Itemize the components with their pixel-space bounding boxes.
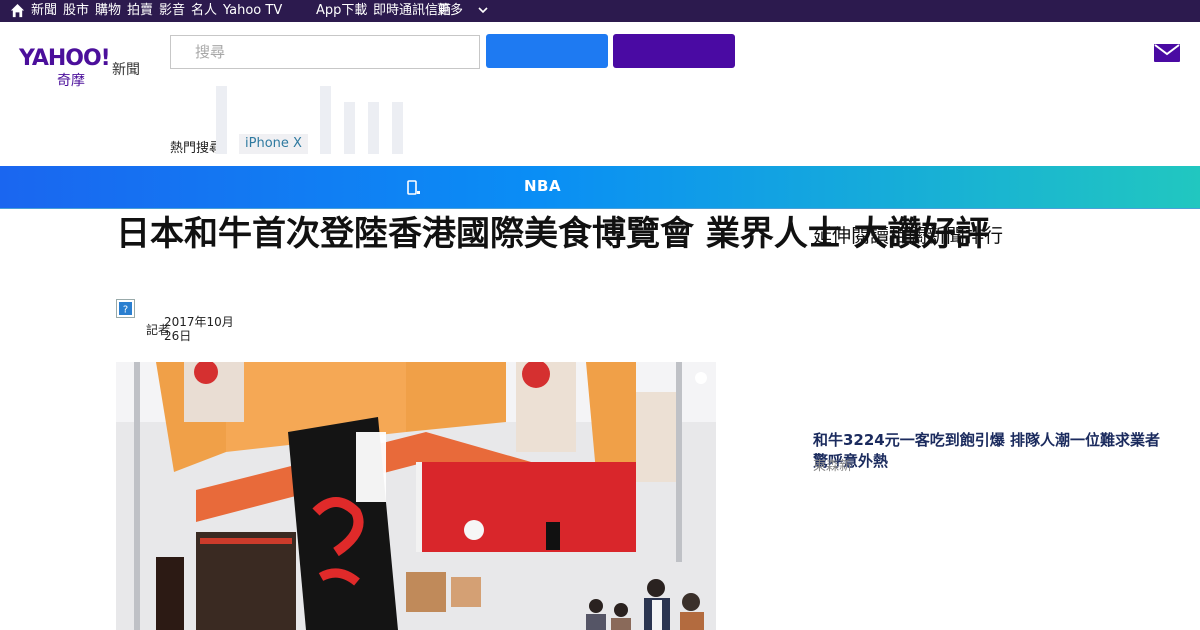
sidebar-article-link[interactable]: 和牛3224元一客吃到飽引爆 排隊人潮一位難求業者驚呼意外熱 — [813, 429, 1173, 471]
logo-wordmark: YAHOO! — [19, 46, 111, 71]
mail-icon[interactable] — [1153, 42, 1181, 64]
nav-item-auction[interactable]: 拍賣 — [127, 3, 153, 19]
sidebar-section-title: 延伸閱讀相關新聞排行 — [813, 225, 1004, 247]
article-photo[interactable] — [116, 362, 716, 630]
nav-item-news[interactable]: 新聞 — [31, 3, 57, 19]
category-band: NBA — [0, 166, 1200, 209]
placeholder-bar — [392, 102, 403, 154]
home-icon[interactable] — [10, 3, 25, 18]
article-date: 2017年10月26日 — [164, 315, 234, 343]
placeholder-bar — [368, 102, 379, 154]
nav-item-yahoo-tv[interactable]: Yahoo TV — [223, 3, 282, 19]
trending-chip-iphone-x[interactable]: iPhone X — [239, 134, 308, 154]
chevron-down-icon[interactable] — [478, 4, 488, 16]
placeholder-bar — [216, 86, 227, 154]
top-navigation-bar: 新聞 股市 購物 拍賣 影音 名人 Yahoo TV App下載 即時通訊信箱 … — [0, 0, 1200, 22]
search-web-button[interactable] — [486, 34, 608, 68]
band-link-nba[interactable]: NBA — [524, 177, 561, 195]
nav-item-more[interactable]: 更多 — [437, 3, 463, 19]
nav-item-celebrity[interactable]: 名人 — [191, 3, 217, 19]
placeholder-bar — [344, 102, 355, 154]
search-input[interactable] — [170, 35, 480, 69]
mobile-phone-icon[interactable] — [406, 180, 422, 196]
search-news-button[interactable] — [613, 34, 735, 68]
yahoo-logo[interactable]: YAHOO! 奇摩 新聞 — [19, 46, 149, 90]
nav-item-shopping[interactable]: 購物 — [95, 3, 121, 19]
sidebar-article-source: 東森新 — [813, 459, 853, 474]
nav-item-app[interactable]: App下載 — [316, 3, 367, 19]
expo-booth-illustration — [116, 362, 716, 630]
nav-item-stocks[interactable]: 股市 — [63, 3, 89, 19]
placeholder-bar — [320, 86, 331, 154]
article-headline: 日本和牛首次登陸香港國際美食博覽會 業界人士 大讚好評 — [116, 214, 990, 254]
author-avatar-icon: ? — [116, 299, 135, 318]
logo-section: 新聞 — [112, 62, 140, 78]
logo-sub: 奇摩 — [57, 73, 85, 89]
nav-item-video[interactable]: 影音 — [159, 3, 185, 19]
svg-text:?: ? — [123, 305, 128, 316]
